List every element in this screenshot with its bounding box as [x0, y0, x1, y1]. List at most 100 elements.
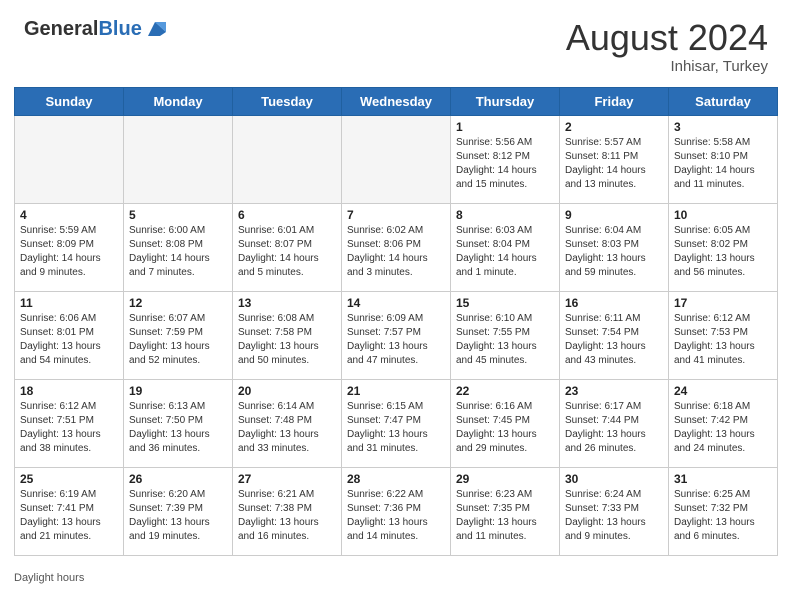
day-info: Sunrise: 5:57 AM Sunset: 8:11 PM Dayligh…: [565, 136, 663, 192]
calendar-cell: [124, 115, 233, 203]
calendar-cell: 28 Sunrise: 6:22 AM Sunset: 7:36 PM Dayli…: [342, 467, 451, 555]
day-info: Sunrise: 5:56 AM Sunset: 8:12 PM Dayligh…: [456, 136, 554, 192]
calendar-cell: 25Sunrise: 6:19 AM Sunset: 7:41 PM Dayli…: [15, 467, 124, 555]
calendar-cell: 12 Sunrise: 6:07 AM Sunset: 7:59 PM Dayli…: [124, 291, 233, 379]
calendar-header: SundayMondayTuesdayWednesdayThursdayFrid…: [15, 87, 778, 115]
day-info: Sunrise: 6:06 AM Sunset: 8:01 PM Dayligh…: [20, 312, 118, 368]
footer: Daylight hours: [0, 566, 792, 588]
day-info: Sunrise: 6:15 AM Sunset: 7:47 PM Dayligh…: [347, 400, 445, 456]
day-info: Sunrise: 6:05 AM Sunset: 8:02 PM Dayligh…: [674, 224, 772, 280]
calendar-cell: 3Sunrise: 5:58 AM Sunset: 8:10 PM Daylig…: [669, 115, 778, 203]
day-number: 5: [129, 208, 227, 222]
calendar-cell: 9 Sunrise: 6:04 AM Sunset: 8:03 PM Daylig…: [560, 203, 669, 291]
day-number: 10: [674, 208, 772, 222]
col-header-friday: Friday: [560, 87, 669, 115]
calendar-cell: 11 Sunrise: 6:06 AM Sunset: 8:01 PM Dayli…: [15, 291, 124, 379]
calendar-week-1: 4Sunrise: 5:59 AM Sunset: 8:09 PM Daylig…: [15, 203, 778, 291]
day-info: Sunrise: 6:00 AM Sunset: 8:08 PM Dayligh…: [129, 224, 227, 280]
calendar-cell: 4Sunrise: 5:59 AM Sunset: 8:09 PM Daylig…: [15, 203, 124, 291]
calendar-cell: 1 Sunrise: 5:56 AM Sunset: 8:12 PM Daylig…: [451, 115, 560, 203]
day-info: Sunrise: 6:22 AM Sunset: 7:36 PM Dayligh…: [347, 488, 445, 544]
logo-icon: [144, 18, 166, 40]
calendar-cell: 13 Sunrise: 6:08 AM Sunset: 7:58 PM Dayli…: [233, 291, 342, 379]
calendar-week-3: 18 Sunrise: 6:12 AM Sunset: 7:51 PM Dayli…: [15, 379, 778, 467]
day-number: 7: [347, 208, 445, 222]
day-number: 15: [456, 296, 554, 310]
calendar-cell: 18 Sunrise: 6:12 AM Sunset: 7:51 PM Dayli…: [15, 379, 124, 467]
calendar-cell: 2Sunrise: 5:57 AM Sunset: 8:11 PM Daylig…: [560, 115, 669, 203]
calendar-cell: 19Sunrise: 6:13 AM Sunset: 7:50 PM Dayli…: [124, 379, 233, 467]
day-number: 29: [456, 472, 554, 486]
col-header-tuesday: Tuesday: [233, 87, 342, 115]
day-number: 31: [674, 472, 772, 486]
calendar-cell: 16 Sunrise: 6:11 AM Sunset: 7:54 PM Dayli…: [560, 291, 669, 379]
calendar: SundayMondayTuesdayWednesdayThursdayFrid…: [0, 83, 792, 566]
day-number: 23: [565, 384, 663, 398]
day-number: 8: [456, 208, 554, 222]
day-info: Sunrise: 5:59 AM Sunset: 8:09 PM Dayligh…: [20, 224, 118, 280]
day-info: Sunrise: 6:04 AM Sunset: 8:03 PM Dayligh…: [565, 224, 663, 280]
calendar-cell: 26Sunrise: 6:20 AM Sunset: 7:39 PM Dayli…: [124, 467, 233, 555]
calendar-cell: [342, 115, 451, 203]
calendar-cell: 23 Sunrise: 6:17 AM Sunset: 7:44 PM Dayli…: [560, 379, 669, 467]
calendar-cell: 20 Sunrise: 6:14 AM Sunset: 7:48 PM Dayli…: [233, 379, 342, 467]
day-info: Sunrise: 6:11 AM Sunset: 7:54 PM Dayligh…: [565, 312, 663, 368]
day-number: 18: [20, 384, 118, 398]
day-number: 24: [674, 384, 772, 398]
day-number: 25: [20, 472, 118, 486]
calendar-body: 1 Sunrise: 5:56 AM Sunset: 8:12 PM Daylig…: [15, 115, 778, 555]
calendar-week-2: 11 Sunrise: 6:06 AM Sunset: 8:01 PM Dayli…: [15, 291, 778, 379]
calendar-cell: 27Sunrise: 6:21 AM Sunset: 7:38 PM Dayli…: [233, 467, 342, 555]
title-block: August 2024 Inhisar, Turkey: [566, 18, 768, 75]
day-number: 13: [238, 296, 336, 310]
day-info: Sunrise: 6:14 AM Sunset: 7:48 PM Dayligh…: [238, 400, 336, 456]
day-number: 27: [238, 472, 336, 486]
calendar-week-4: 25Sunrise: 6:19 AM Sunset: 7:41 PM Dayli…: [15, 467, 778, 555]
day-number: 28: [347, 472, 445, 486]
month-year: August 2024: [566, 18, 768, 58]
logo-general: GeneralBlue: [24, 18, 142, 40]
calendar-cell: [233, 115, 342, 203]
daylight-label: Daylight hours: [14, 572, 84, 584]
calendar-cell: 14 Sunrise: 6:09 AM Sunset: 7:57 PM Dayli…: [342, 291, 451, 379]
day-number: 20: [238, 384, 336, 398]
day-number: 21: [347, 384, 445, 398]
calendar-cell: 15 Sunrise: 6:10 AM Sunset: 7:55 PM Dayli…: [451, 291, 560, 379]
page-header: GeneralBlue August 2024 Inhisar, Turkey: [0, 0, 792, 83]
calendar-week-0: 1 Sunrise: 5:56 AM Sunset: 8:12 PM Daylig…: [15, 115, 778, 203]
day-info: Sunrise: 6:24 AM Sunset: 7:33 PM Dayligh…: [565, 488, 663, 544]
day-number: 12: [129, 296, 227, 310]
col-header-sunday: Sunday: [15, 87, 124, 115]
day-info: Sunrise: 6:23 AM Sunset: 7:35 PM Dayligh…: [456, 488, 554, 544]
day-info: Sunrise: 6:25 AM Sunset: 7:32 PM Dayligh…: [674, 488, 772, 544]
col-header-saturday: Saturday: [669, 87, 778, 115]
calendar-cell: [15, 115, 124, 203]
calendar-cell: 17Sunrise: 6:12 AM Sunset: 7:53 PM Dayli…: [669, 291, 778, 379]
day-number: 1: [456, 120, 554, 134]
day-info: Sunrise: 6:18 AM Sunset: 7:42 PM Dayligh…: [674, 400, 772, 456]
day-info: Sunrise: 6:12 AM Sunset: 7:51 PM Dayligh…: [20, 400, 118, 456]
day-number: 6: [238, 208, 336, 222]
calendar-cell: 22Sunrise: 6:16 AM Sunset: 7:45 PM Dayli…: [451, 379, 560, 467]
day-info: Sunrise: 6:10 AM Sunset: 7:55 PM Dayligh…: [456, 312, 554, 368]
day-number: 14: [347, 296, 445, 310]
day-info: Sunrise: 6:17 AM Sunset: 7:44 PM Dayligh…: [565, 400, 663, 456]
day-number: 16: [565, 296, 663, 310]
day-info: Sunrise: 6:08 AM Sunset: 7:58 PM Dayligh…: [238, 312, 336, 368]
calendar-cell: 8Sunrise: 6:03 AM Sunset: 8:04 PM Daylig…: [451, 203, 560, 291]
day-number: 17: [674, 296, 772, 310]
day-info: Sunrise: 6:07 AM Sunset: 7:59 PM Dayligh…: [129, 312, 227, 368]
day-number: 30: [565, 472, 663, 486]
col-header-monday: Monday: [124, 87, 233, 115]
calendar-table: SundayMondayTuesdayWednesdayThursdayFrid…: [14, 87, 778, 556]
day-info: Sunrise: 6:01 AM Sunset: 8:07 PM Dayligh…: [238, 224, 336, 280]
day-info: Sunrise: 6:09 AM Sunset: 7:57 PM Dayligh…: [347, 312, 445, 368]
day-number: 3: [674, 120, 772, 134]
calendar-cell: 30 Sunrise: 6:24 AM Sunset: 7:33 PM Dayli…: [560, 467, 669, 555]
day-number: 26: [129, 472, 227, 486]
day-number: 11: [20, 296, 118, 310]
day-number: 9: [565, 208, 663, 222]
calendar-cell: 10 Sunrise: 6:05 AM Sunset: 8:02 PM Dayli…: [669, 203, 778, 291]
calendar-cell: 24 Sunrise: 6:18 AM Sunset: 7:42 PM Dayli…: [669, 379, 778, 467]
location: Inhisar, Turkey: [566, 58, 768, 75]
